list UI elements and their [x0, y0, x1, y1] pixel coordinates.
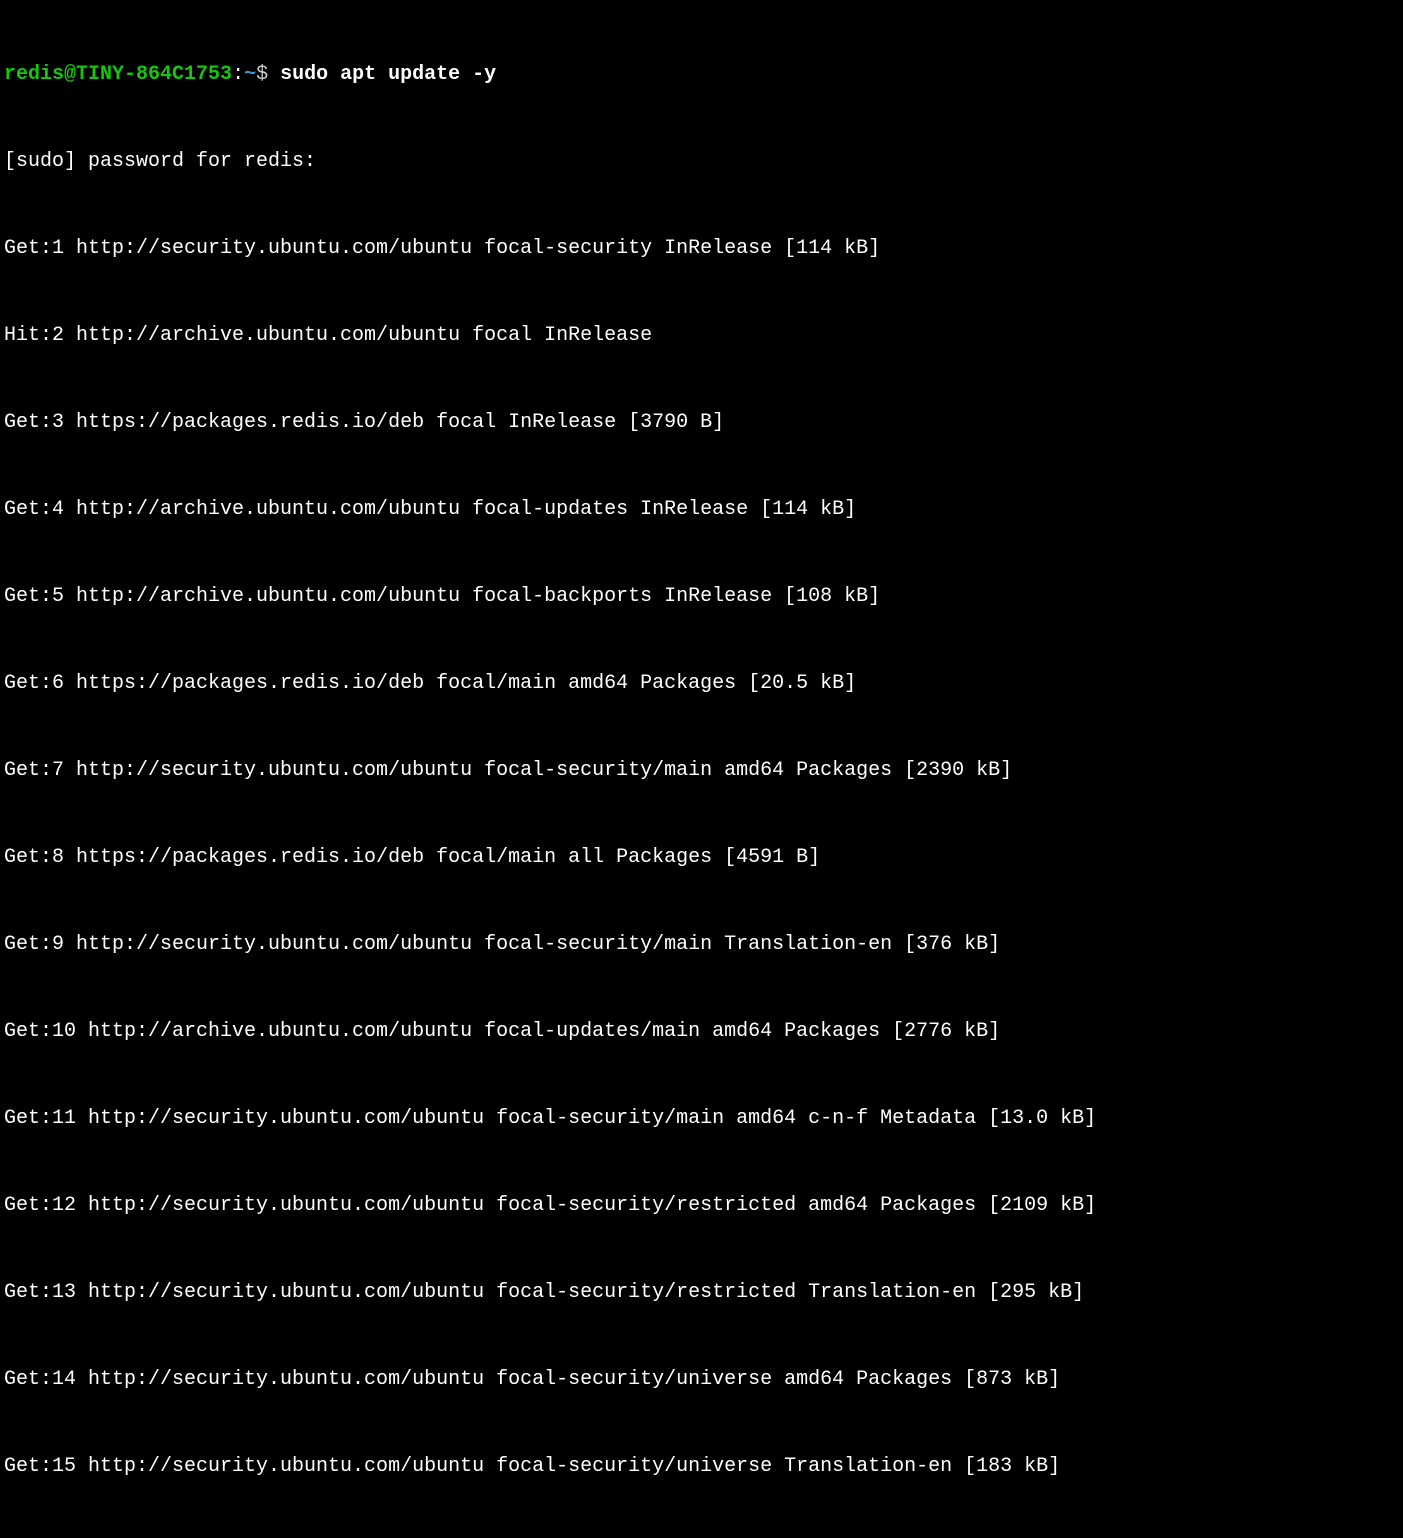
output-line: Hit:2 http://archive.ubuntu.com/ubuntu f… [4, 321, 1399, 350]
output-line: Get:8 https://packages.redis.io/deb foca… [4, 843, 1399, 872]
command-text: sudo apt update -y [280, 63, 496, 86]
prompt-at: @ [64, 63, 76, 86]
output-line: Get:5 http://archive.ubuntu.com/ubuntu f… [4, 582, 1399, 611]
output-line: Get:11 http://security.ubuntu.com/ubuntu… [4, 1104, 1399, 1133]
sudo-password-line: [sudo] password for redis: [4, 147, 1399, 176]
prompt-cwd: ~ [244, 63, 256, 86]
output-line: Get:4 http://archive.ubuntu.com/ubuntu f… [4, 495, 1399, 524]
prompt-host: TINY-864C1753 [76, 63, 232, 86]
terminal-window[interactable]: redis@TINY-864C1753:~$ sudo apt update -… [0, 0, 1403, 1538]
output-line: Get:1 http://security.ubuntu.com/ubuntu … [4, 234, 1399, 263]
output-line: Get:14 http://security.ubuntu.com/ubuntu… [4, 1365, 1399, 1394]
output-line: Get:15 http://security.ubuntu.com/ubuntu… [4, 1452, 1399, 1481]
output-line: Get:3 https://packages.redis.io/deb foca… [4, 408, 1399, 437]
prompt-sigil: $ [256, 63, 268, 86]
output-line: Get:10 http://archive.ubuntu.com/ubuntu … [4, 1017, 1399, 1046]
prompt-colon: : [232, 63, 244, 86]
output-line: Get:13 http://security.ubuntu.com/ubuntu… [4, 1278, 1399, 1307]
output-line: Get:6 https://packages.redis.io/deb foca… [4, 669, 1399, 698]
prompt-line: redis@TINY-864C1753:~$ sudo apt update -… [4, 60, 1399, 89]
prompt-user: redis [4, 63, 64, 86]
output-line: Get:9 http://security.ubuntu.com/ubuntu … [4, 930, 1399, 959]
output-line: Get:7 http://security.ubuntu.com/ubuntu … [4, 756, 1399, 785]
output-line: Get:12 http://security.ubuntu.com/ubuntu… [4, 1191, 1399, 1220]
